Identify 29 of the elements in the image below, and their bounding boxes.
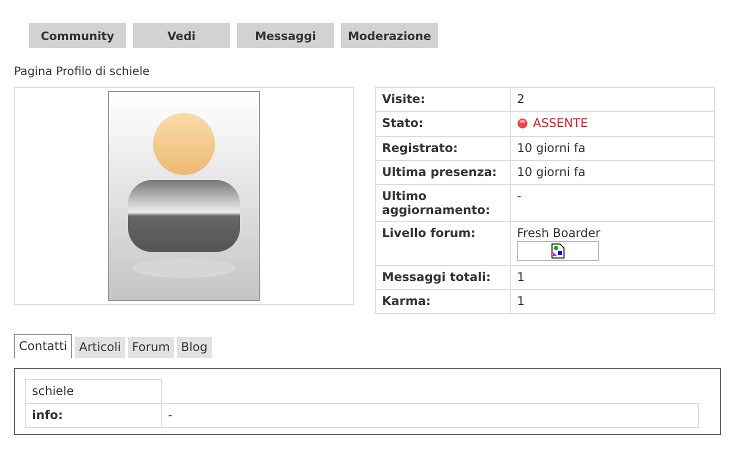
- stat-value: 10 giorni fa: [510, 160, 714, 184]
- broken-image-icon: [551, 242, 565, 258]
- stat-label: Karma:: [376, 289, 510, 313]
- stat-label: Stato:: [376, 112, 510, 136]
- profile-tab[interactable]: Blog: [176, 336, 212, 358]
- profile-tab[interactable]: Forum: [128, 336, 174, 358]
- stat-label: Messaggi totali:: [376, 265, 510, 289]
- nav-button[interactable]: Moderazione: [341, 23, 438, 48]
- page-title: Pagina Profilo di schiele: [14, 64, 151, 78]
- profile-tab[interactable]: Contatti: [14, 334, 72, 358]
- profile-tab[interactable]: Articoli: [75, 336, 125, 358]
- stat-value: 1: [510, 265, 714, 289]
- contact-name: schiele: [26, 379, 162, 403]
- rank-title: Fresh Boarder: [517, 226, 600, 240]
- nav-button[interactable]: Vedi: [133, 23, 230, 48]
- stat-label: Visite:: [376, 88, 510, 112]
- contact-value: -: [162, 403, 698, 427]
- stat-value: 2: [510, 88, 714, 112]
- stat-value: 10 giorni fa: [510, 136, 714, 160]
- contact-label: info:: [26, 403, 162, 427]
- stat-label: Ultimo aggiornamento:: [376, 184, 510, 221]
- stat-value: 1: [510, 289, 714, 313]
- stat-label: Ultima presenza:: [376, 160, 510, 184]
- stat-label: Livello forum:: [376, 221, 510, 265]
- nav-button[interactable]: Messaggi: [237, 23, 334, 48]
- nav-button[interactable]: Community: [29, 23, 126, 48]
- status-text: ASSENTE: [533, 116, 588, 130]
- stat-label: Registrato:: [376, 136, 510, 160]
- stat-value: -: [510, 184, 714, 221]
